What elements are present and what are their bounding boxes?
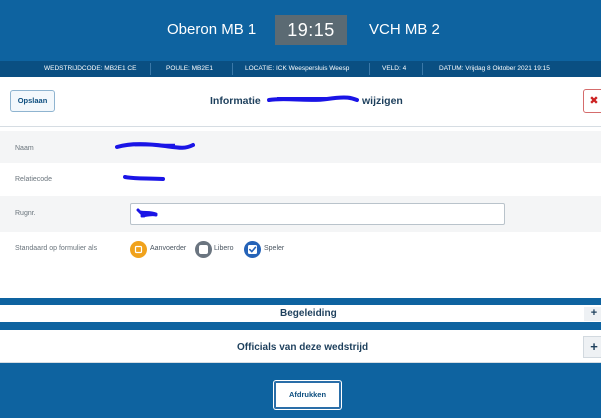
match-clock: 19:15 <box>275 15 347 45</box>
footer-bar: Afdrukken <box>0 363 601 418</box>
expand-begeleiding-icon[interactable]: + <box>584 307 601 321</box>
divider <box>150 63 151 75</box>
naam-redaction <box>115 142 195 150</box>
away-team-name: VCH MB 2 <box>369 21 440 38</box>
close-button[interactable]: ✖ <box>583 89 601 113</box>
match-field: VELD: 4 <box>382 65 407 72</box>
match-location: LOCATIE: ICK Weespersluis Weesp <box>245 65 350 72</box>
officials-section[interactable]: Officials van deze wedstrijd + <box>0 330 601 363</box>
option-speler[interactable]: Speler <box>244 241 296 259</box>
form-title-prefix: Informatie <box>210 95 261 107</box>
relatiecode-redaction <box>123 175 165 181</box>
begeleiding-section[interactable]: Begeleiding + <box>0 305 601 322</box>
naam-row <box>0 131 601 163</box>
libero-label: Libero <box>214 245 234 252</box>
libero-radio[interactable] <box>195 241 212 258</box>
match-code: WEDSTRIJDCODE: MB2E1 CE <box>44 65 137 72</box>
section-divider <box>0 298 601 305</box>
speler-check-icon <box>248 245 257 254</box>
match-form-page: Oberon MB 1 19:15 VCH MB 2 WEDSTRIJDCODE… <box>0 0 601 418</box>
aanvoerder-radio[interactable] <box>130 241 147 258</box>
section-divider <box>0 322 601 330</box>
divider <box>422 63 423 75</box>
officials-title: Officials van deze wedstrijd <box>237 342 369 353</box>
aanvoerder-label: Aanvoerder <box>150 245 187 252</box>
expand-officials-icon[interactable]: + <box>583 336 601 358</box>
match-poule: POULE: MB2E1 <box>166 65 213 72</box>
rugnr-redaction <box>136 208 158 218</box>
match-date: DATUM: Vrijdag 8 Oktober 2021 19:15 <box>439 65 550 72</box>
close-icon: ✖ <box>589 95 599 107</box>
libero-checkbox-icon <box>199 245 208 254</box>
standaard-label: Standaard op formulier als <box>15 245 98 252</box>
divider <box>232 63 233 75</box>
rugnr-label: Rugnr. <box>15 210 36 217</box>
relatiecode-row <box>0 163 601 195</box>
divider <box>369 63 370 75</box>
match-info-strip: WEDSTRIJDCODE: MB2E1 CE POULE: MB2E1 LOC… <box>0 61 601 77</box>
option-aanvoerder[interactable]: Aanvoerder <box>130 241 196 259</box>
speler-label: Speler <box>264 245 285 252</box>
home-team-name: Oberon MB 1 <box>167 21 257 38</box>
redaction-scribble <box>267 95 359 102</box>
form-title-suffix: wijzigen <box>362 95 403 107</box>
speler-radio[interactable] <box>244 241 261 258</box>
rugnr-input[interactable] <box>130 203 505 225</box>
save-button[interactable]: Opslaan <box>10 90 55 112</box>
begeleiding-title: Begeleiding <box>280 308 337 319</box>
print-button[interactable]: Afdrukken <box>274 381 341 409</box>
aanvoerder-check-icon <box>134 245 143 254</box>
option-libero[interactable]: Libero <box>195 241 247 259</box>
match-header: Oberon MB 1 19:15 VCH MB 2 <box>0 0 601 61</box>
form-toolbar: Opslaan Informatie wijzigen ✖ <box>0 77 601 127</box>
relatiecode-label: Relatiecode <box>15 176 52 183</box>
naam-label: Naam <box>15 145 34 152</box>
